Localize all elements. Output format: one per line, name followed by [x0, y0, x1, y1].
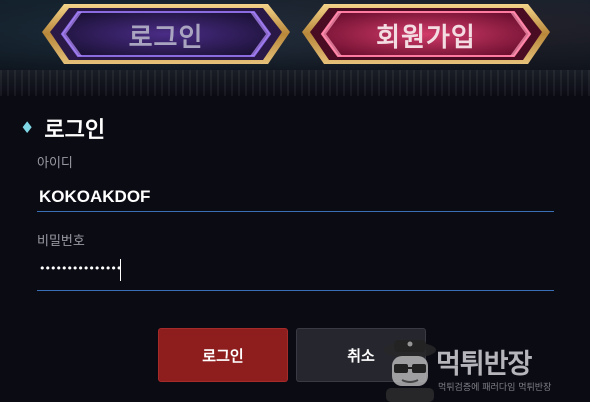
watermark: 먹튀반장 먹튀검증에 패러다임 먹튀반장	[378, 334, 590, 402]
detective-mascot-icon	[384, 340, 436, 402]
password-field-label: 비밀번호	[37, 234, 85, 249]
header-texture-strip	[0, 70, 590, 96]
login-button[interactable]: 로그인	[158, 328, 288, 382]
diamond-icon: ♦	[20, 118, 35, 137]
watermark-title: 먹튀반장	[436, 349, 532, 380]
password-mask: •••••••••••••••	[39, 262, 122, 275]
section-title: ♦ 로그인	[20, 112, 105, 144]
tab-signup[interactable]: 회원가입	[302, 2, 550, 68]
id-field-label: 아이디	[37, 156, 73, 171]
tab-login-label: 로그인	[128, 22, 204, 53]
id-field[interactable]	[37, 182, 554, 212]
watermark-subtitle: 먹튀검증에 패러다임 먹튀반장	[438, 383, 552, 393]
tab-login[interactable]: 로그인	[42, 2, 290, 68]
tab-signup-label: 회원가입	[376, 22, 476, 53]
text-caret	[120, 259, 121, 281]
section-title-text: 로그인	[44, 118, 106, 143]
login-page: 로그인 회원가입 ♦ 로그인 아이디 KOKOAKDOF 비밀번호 ••••••…	[0, 0, 590, 402]
